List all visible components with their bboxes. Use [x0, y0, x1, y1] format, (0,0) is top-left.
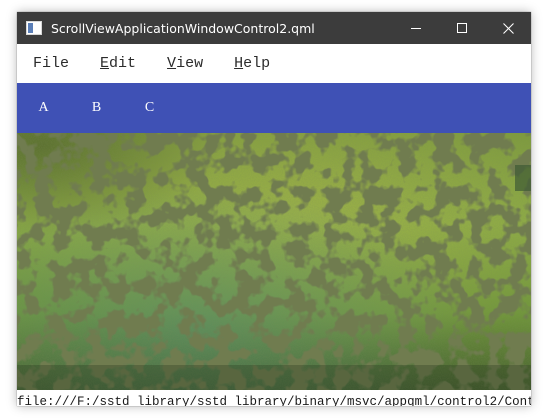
toolbar-button-b[interactable]: B	[70, 83, 123, 133]
window-controls	[393, 12, 531, 44]
file-path-label: file:///F:/sstd_library/sstd_library/bin…	[17, 395, 531, 406]
tool-bar: A B C	[17, 83, 531, 133]
maximize-button[interactable]	[439, 12, 485, 44]
menu-bar: File Edit View Help	[17, 44, 531, 83]
title-bar[interactable]: ScrollViewApplicationWindowControl2.qml	[17, 12, 531, 44]
menu-help[interactable]: Help	[234, 55, 270, 72]
menu-edit[interactable]: Edit	[100, 55, 136, 72]
application-window: ScrollViewApplicationWindowControl2.qml	[17, 12, 531, 406]
menu-file[interactable]: File	[33, 55, 69, 72]
status-bar: file:///F:/sstd_library/sstd_library/bin…	[17, 390, 531, 406]
maximize-icon	[457, 23, 467, 33]
scroll-view[interactable]	[17, 133, 531, 390]
minimize-icon	[411, 28, 421, 29]
app-window-icon	[26, 21, 42, 35]
content-image	[17, 133, 531, 390]
toolbar-button-a[interactable]: A	[17, 83, 70, 133]
minimize-button[interactable]	[393, 12, 439, 44]
menu-view[interactable]: View	[167, 55, 203, 72]
toolbar-button-c[interactable]: C	[123, 83, 176, 133]
close-icon	[502, 22, 514, 34]
window-title: ScrollViewApplicationWindowControl2.qml	[51, 20, 315, 36]
close-button[interactable]	[485, 12, 531, 44]
